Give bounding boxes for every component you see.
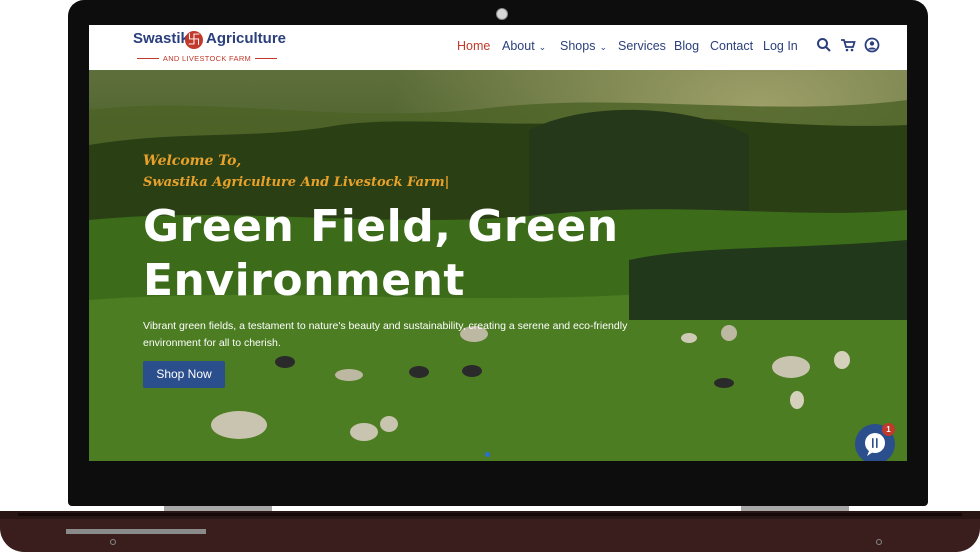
laptop-base-lip: [18, 513, 962, 516]
chat-unread-badge: 1: [882, 423, 895, 436]
nav-item-about-label: About: [502, 39, 535, 53]
chevron-down-icon: ⌄: [538, 42, 547, 52]
site-header: Swastik 卐 Agriculture AND LIVESTOCK FARM…: [89, 25, 907, 70]
logo-word-agriculture: Agriculture: [206, 30, 287, 47]
logo-word-swastik: Swastik: [133, 30, 189, 47]
nav-item-shops[interactable]: Shops ⌄: [560, 39, 607, 53]
nav-item-login[interactable]: Log In: [763, 39, 798, 53]
search-icon[interactable]: [816, 37, 832, 53]
nav-item-home[interactable]: Home: [457, 39, 490, 53]
user-account-icon[interactable]: [864, 37, 880, 53]
hero-headline: Green Field, Green Environment: [143, 200, 663, 308]
hero-farm-name: Swastika Agriculture And Livestock Farm|: [143, 175, 450, 190]
laptop-foot-left: [110, 539, 116, 545]
chevron-down-icon: ⌄: [599, 42, 607, 52]
hero-section: Welcome To, Swastika Agriculture And Liv…: [89, 70, 907, 461]
browser-screen: Swastik 卐 Agriculture AND LIVESTOCK FARM…: [89, 25, 907, 461]
slider-dot-active[interactable]: [485, 452, 490, 457]
laptop-base: [0, 511, 980, 552]
webcam-icon: [496, 8, 508, 20]
laptop-foot-right: [876, 539, 882, 545]
nav-item-shops-label: Shops: [560, 39, 596, 53]
laptop-base-notch: [66, 529, 206, 534]
hero-headline-line1: Green Field, Green: [143, 201, 619, 252]
hero-headline-line2: Environment: [143, 255, 465, 306]
shop-now-button[interactable]: Shop Now: [143, 361, 225, 388]
cart-icon[interactable]: [840, 37, 856, 53]
site-logo[interactable]: Swastik 卐 Agriculture AND LIVESTOCK FARM: [133, 30, 287, 65]
nav-item-blog[interactable]: Blog: [674, 39, 699, 53]
hero-description: Vibrant green fields, a testament to nat…: [143, 320, 628, 349]
nav-item-contact[interactable]: Contact: [710, 39, 753, 53]
hero-welcome-text: Welcome To,: [143, 153, 242, 169]
swastik-emblem-icon: 卐: [185, 31, 203, 49]
nav-item-services[interactable]: Services: [618, 39, 666, 53]
nav-item-about[interactable]: About ⌄: [502, 39, 546, 53]
logo-subtitle: AND LIVESTOCK FARM: [137, 54, 277, 63]
